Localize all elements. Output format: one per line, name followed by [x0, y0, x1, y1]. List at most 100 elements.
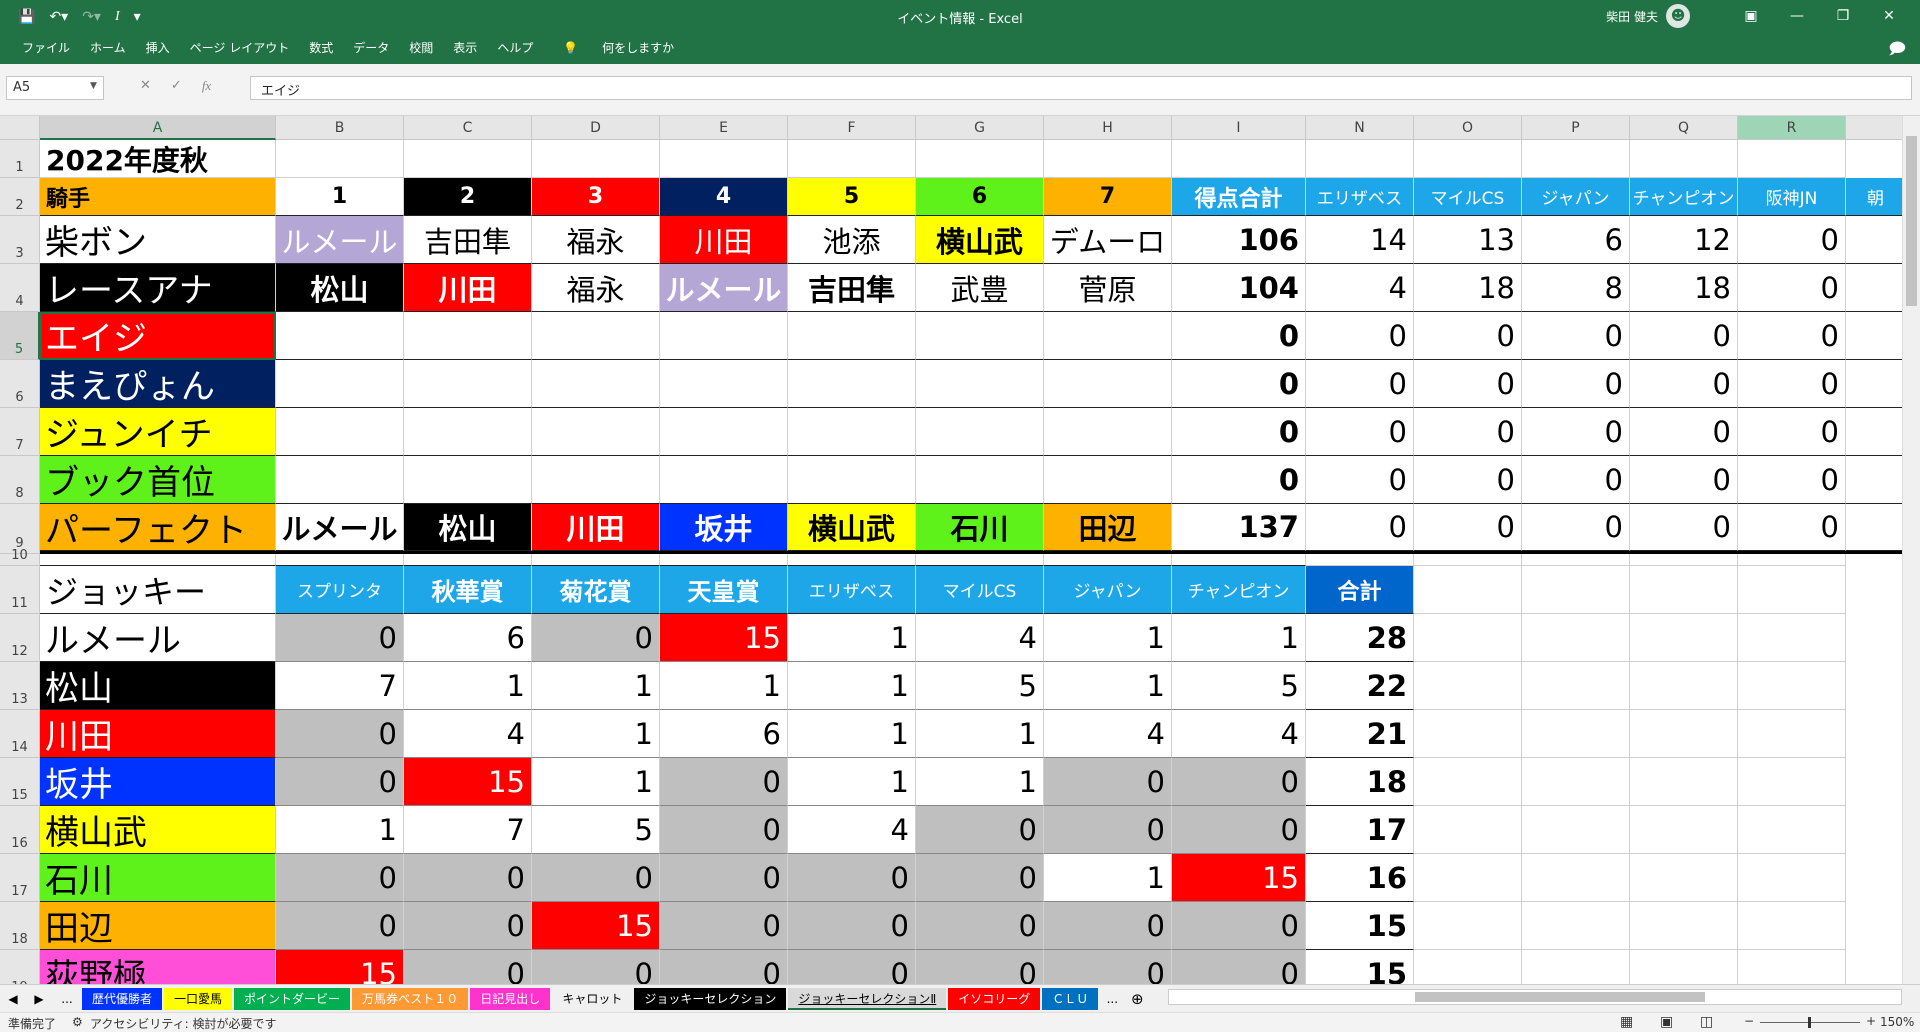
jockey-score[interactable]: 0	[276, 902, 404, 950]
pick-cell[interactable]: 坂井	[660, 504, 788, 551]
jockey-score[interactable]: 0	[532, 854, 660, 902]
event-score[interactable]: 18	[1630, 264, 1738, 312]
empty-cell[interactable]	[1630, 662, 1738, 710]
jockey-total-header[interactable]: 合計	[1306, 566, 1414, 614]
ribbon-tab[interactable]: 挿入	[136, 38, 180, 58]
event-score[interactable]: 4	[1306, 264, 1414, 312]
event-score[interactable]: 0	[1522, 312, 1630, 360]
sheet-tab[interactable]: 日記見出し	[470, 987, 551, 1010]
more-tabs-right[interactable]: ...	[1100, 992, 1124, 1006]
jockey-score[interactable]: 15	[532, 902, 660, 950]
jockey-score[interactable]: 15	[276, 950, 404, 984]
column-header[interactable]: A	[40, 116, 276, 140]
jockey-score[interactable]: 1	[1044, 662, 1172, 710]
empty-cell[interactable]	[916, 554, 1044, 566]
row-header[interactable]: 16	[0, 806, 40, 854]
ribbon-tab[interactable]: データ	[343, 38, 399, 58]
enter-icon[interactable]: ✓	[171, 78, 182, 94]
player-total[interactable]: 0	[1172, 312, 1306, 360]
pick-cell[interactable]: 吉田隼	[788, 264, 916, 312]
sheet-tab[interactable]: 一口愛馬	[164, 987, 233, 1010]
race-name-header[interactable]: ジャパン	[1044, 566, 1172, 614]
event-score[interactable]: 0	[1414, 504, 1522, 551]
race-name-header[interactable]: チャンピオン	[1172, 566, 1306, 614]
empty-cell[interactable]	[1522, 140, 1630, 178]
event-score[interactable]: 0	[1414, 408, 1522, 456]
column-header[interactable]: G	[916, 116, 1044, 140]
column-header[interactable]: O	[1414, 116, 1522, 140]
event-score[interactable]: 0	[1738, 360, 1846, 408]
jockey-name[interactable]: 松山	[40, 662, 276, 710]
column-header[interactable]: C	[404, 116, 532, 140]
event-header[interactable]: 阪神JN	[1738, 178, 1846, 216]
jockey-total[interactable]: 21	[1306, 710, 1414, 758]
empty-cell[interactable]	[1522, 554, 1630, 566]
pick-cell[interactable]	[532, 408, 660, 456]
empty-cell[interactable]	[276, 554, 404, 566]
player-total[interactable]: 104	[1172, 264, 1306, 312]
jockey-score[interactable]: 0	[916, 902, 1044, 950]
race-name-header[interactable]: 秋華賞	[404, 566, 532, 614]
empty-cell[interactable]	[1414, 806, 1522, 854]
jockey-score[interactable]: 1	[788, 758, 916, 806]
empty-cell[interactable]	[1630, 710, 1738, 758]
empty-cell[interactable]	[404, 554, 532, 566]
comment-icon[interactable]: 🗩	[1888, 38, 1906, 65]
row-header[interactable]: 2	[0, 178, 40, 216]
jockey-score[interactable]: 7	[404, 806, 532, 854]
empty-cell[interactable]	[1630, 140, 1738, 178]
player-name[interactable]: まえぴょん	[40, 360, 276, 408]
event-score[interactable]: 12	[1630, 216, 1738, 264]
column-header[interactable]: D	[532, 116, 660, 140]
pick-cell[interactable]	[660, 456, 788, 504]
more-tabs-left[interactable]: ...	[52, 992, 82, 1006]
cancel-icon[interactable]: ✕	[140, 78, 151, 94]
jockey-score[interactable]: 5	[532, 806, 660, 854]
empty-cell[interactable]	[1306, 554, 1414, 566]
normal-view-icon[interactable]: ▦	[1620, 1014, 1633, 1030]
event-header[interactable]: ジャパン	[1522, 178, 1630, 216]
pick-cell[interactable]	[276, 456, 404, 504]
ribbon-tab[interactable]: ページ レイアウト	[180, 38, 300, 58]
pick-cell[interactable]: 松山	[404, 504, 532, 551]
player-total[interactable]: 0	[1172, 360, 1306, 408]
empty-cell[interactable]	[276, 140, 404, 178]
empty-cell[interactable]	[1414, 662, 1522, 710]
pick-cell[interactable]	[788, 408, 916, 456]
empty-cell[interactable]	[1630, 614, 1738, 662]
jockey-score[interactable]: 0	[660, 758, 788, 806]
jockey-score[interactable]: 4	[916, 614, 1044, 662]
sheet-tab[interactable]: 歴代優勝者	[82, 987, 163, 1010]
overflow-cell[interactable]	[1846, 360, 1902, 408]
jockey-score[interactable]: 0	[404, 902, 532, 950]
event-score[interactable]: 0	[1522, 456, 1630, 504]
jockey-score[interactable]: 1	[788, 710, 916, 758]
row-header[interactable]: 19	[0, 950, 40, 984]
row-header[interactable]: 15	[0, 758, 40, 806]
race-name-header[interactable]: 菊花賞	[532, 566, 660, 614]
row-header[interactable]: 10	[0, 548, 40, 566]
pick-cell[interactable]	[916, 360, 1044, 408]
event-score[interactable]: 6	[1522, 216, 1630, 264]
pick-cell[interactable]	[660, 360, 788, 408]
jockey-score[interactable]: 1	[788, 614, 916, 662]
jockey-score[interactable]: 15	[660, 614, 788, 662]
jockey-score[interactable]: 4	[404, 710, 532, 758]
pick-cell[interactable]: 田辺	[1044, 504, 1172, 551]
event-header[interactable]: 朝	[1846, 178, 1902, 216]
row-header[interactable]: 17	[0, 854, 40, 902]
empty-cell[interactable]	[1630, 854, 1738, 902]
event-header[interactable]: エリザベス	[1306, 178, 1414, 216]
jockey-header-label[interactable]: ジョッキー	[40, 566, 276, 614]
jockey-score[interactable]: 0	[1172, 758, 1306, 806]
empty-cell[interactable]	[1522, 902, 1630, 950]
pick-cell[interactable]	[660, 312, 788, 360]
jockey-name[interactable]: 荻野極	[40, 950, 276, 984]
empty-cell[interactable]	[1522, 662, 1630, 710]
jockey-score[interactable]: 0	[1044, 806, 1172, 854]
row-header[interactable]: 3	[0, 216, 40, 264]
event-score[interactable]: 0	[1522, 504, 1630, 551]
jockey-score[interactable]: 4	[1044, 710, 1172, 758]
page-break-icon[interactable]: ◫	[1700, 1014, 1713, 1030]
jockey-score[interactable]: 5	[916, 662, 1044, 710]
